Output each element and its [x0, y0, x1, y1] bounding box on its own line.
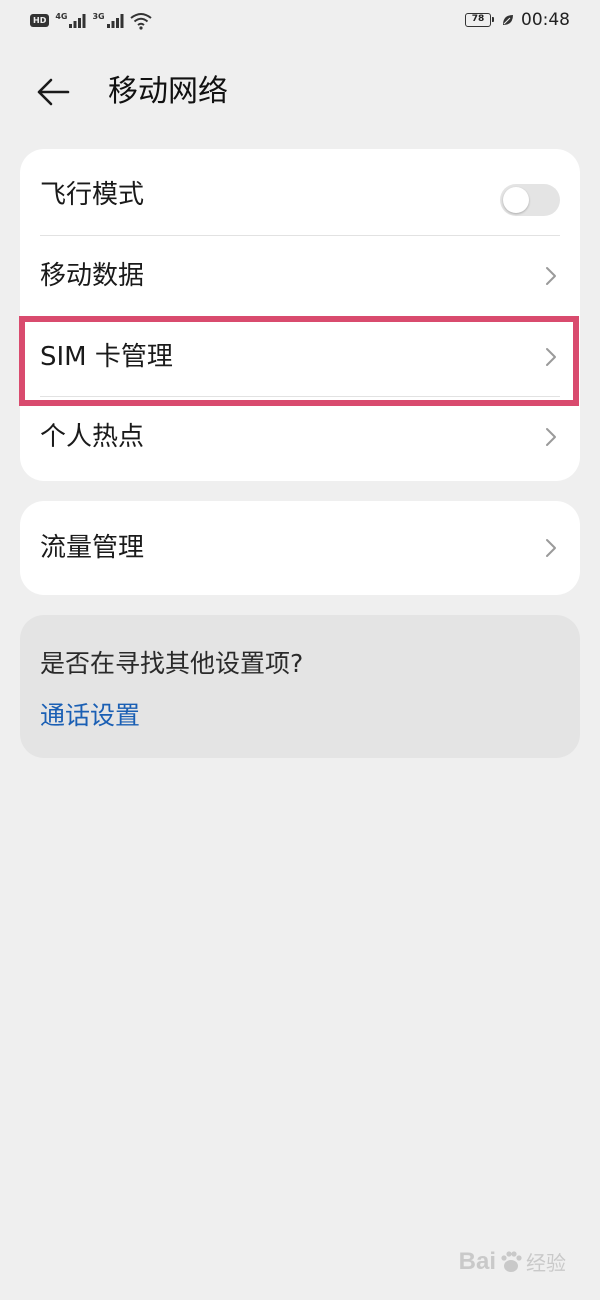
watermark-brand: Bai	[458, 1247, 496, 1275]
suggestion-card: 是否在寻找其他设置项? 通话设置	[20, 615, 580, 758]
sim-card-management-row[interactable]: SIM 卡管理	[20, 317, 580, 397]
baidu-watermark: Bai 经验	[459, 1247, 566, 1276]
leaf-icon	[503, 15, 513, 25]
signal-1: 4G	[55, 10, 86, 29]
battery-icon: 78	[465, 13, 494, 27]
settings-card-data-usage: 流量管理	[20, 501, 580, 595]
data-usage-label: 流量管理	[40, 533, 145, 563]
airplane-mode-row[interactable]: 飞行模式	[20, 155, 580, 235]
call-settings-link[interactable]: 通话设置	[40, 699, 140, 733]
arrow-left-icon	[37, 78, 70, 106]
cell-signal-icon	[106, 14, 124, 28]
chevron-right-icon	[546, 348, 556, 366]
status-bar: HD 4G 3G 78 00:48	[0, 0, 600, 42]
page-header: 移动网络	[0, 62, 600, 122]
cell-signal-icon	[69, 14, 86, 28]
chevron-right-icon	[546, 267, 556, 285]
signal-2: 3G	[92, 10, 124, 29]
data-usage-row[interactable]: 流量管理	[20, 508, 580, 588]
mobile-data-row[interactable]: 移动数据	[20, 236, 580, 316]
network-type-label: 3G	[92, 12, 105, 21]
airplane-mode-toggle[interactable]	[500, 184, 560, 216]
status-bar-left: HD 4G 3G	[30, 10, 152, 30]
status-time: 00:48	[521, 10, 570, 30]
page-title: 移动网络	[108, 74, 228, 109]
personal-hotspot-label: 个人热点	[40, 422, 145, 452]
settings-card-network: 飞行模式 移动数据 SIM 卡管理 个人热点	[20, 149, 580, 481]
personal-hotspot-row[interactable]: 个人热点	[20, 397, 580, 477]
back-button[interactable]	[36, 72, 84, 112]
wifi-icon	[130, 13, 152, 30]
hd-voice-badge: HD	[30, 14, 50, 27]
network-type-label: 4G	[55, 12, 68, 21]
chevron-right-icon	[546, 428, 556, 446]
status-bar-right: 78 00:48	[465, 10, 570, 30]
airplane-mode-label: 飞行模式	[40, 180, 145, 210]
mobile-data-label: 移动数据	[40, 261, 145, 291]
sim-card-management-label: SIM 卡管理	[40, 342, 173, 372]
paw-icon	[501, 1250, 522, 1272]
watermark-suffix: 经验	[526, 1251, 566, 1275]
suggestion-question: 是否在寻找其他设置项?	[40, 649, 304, 678]
toggle-knob	[503, 187, 529, 213]
chevron-right-icon	[546, 539, 556, 557]
